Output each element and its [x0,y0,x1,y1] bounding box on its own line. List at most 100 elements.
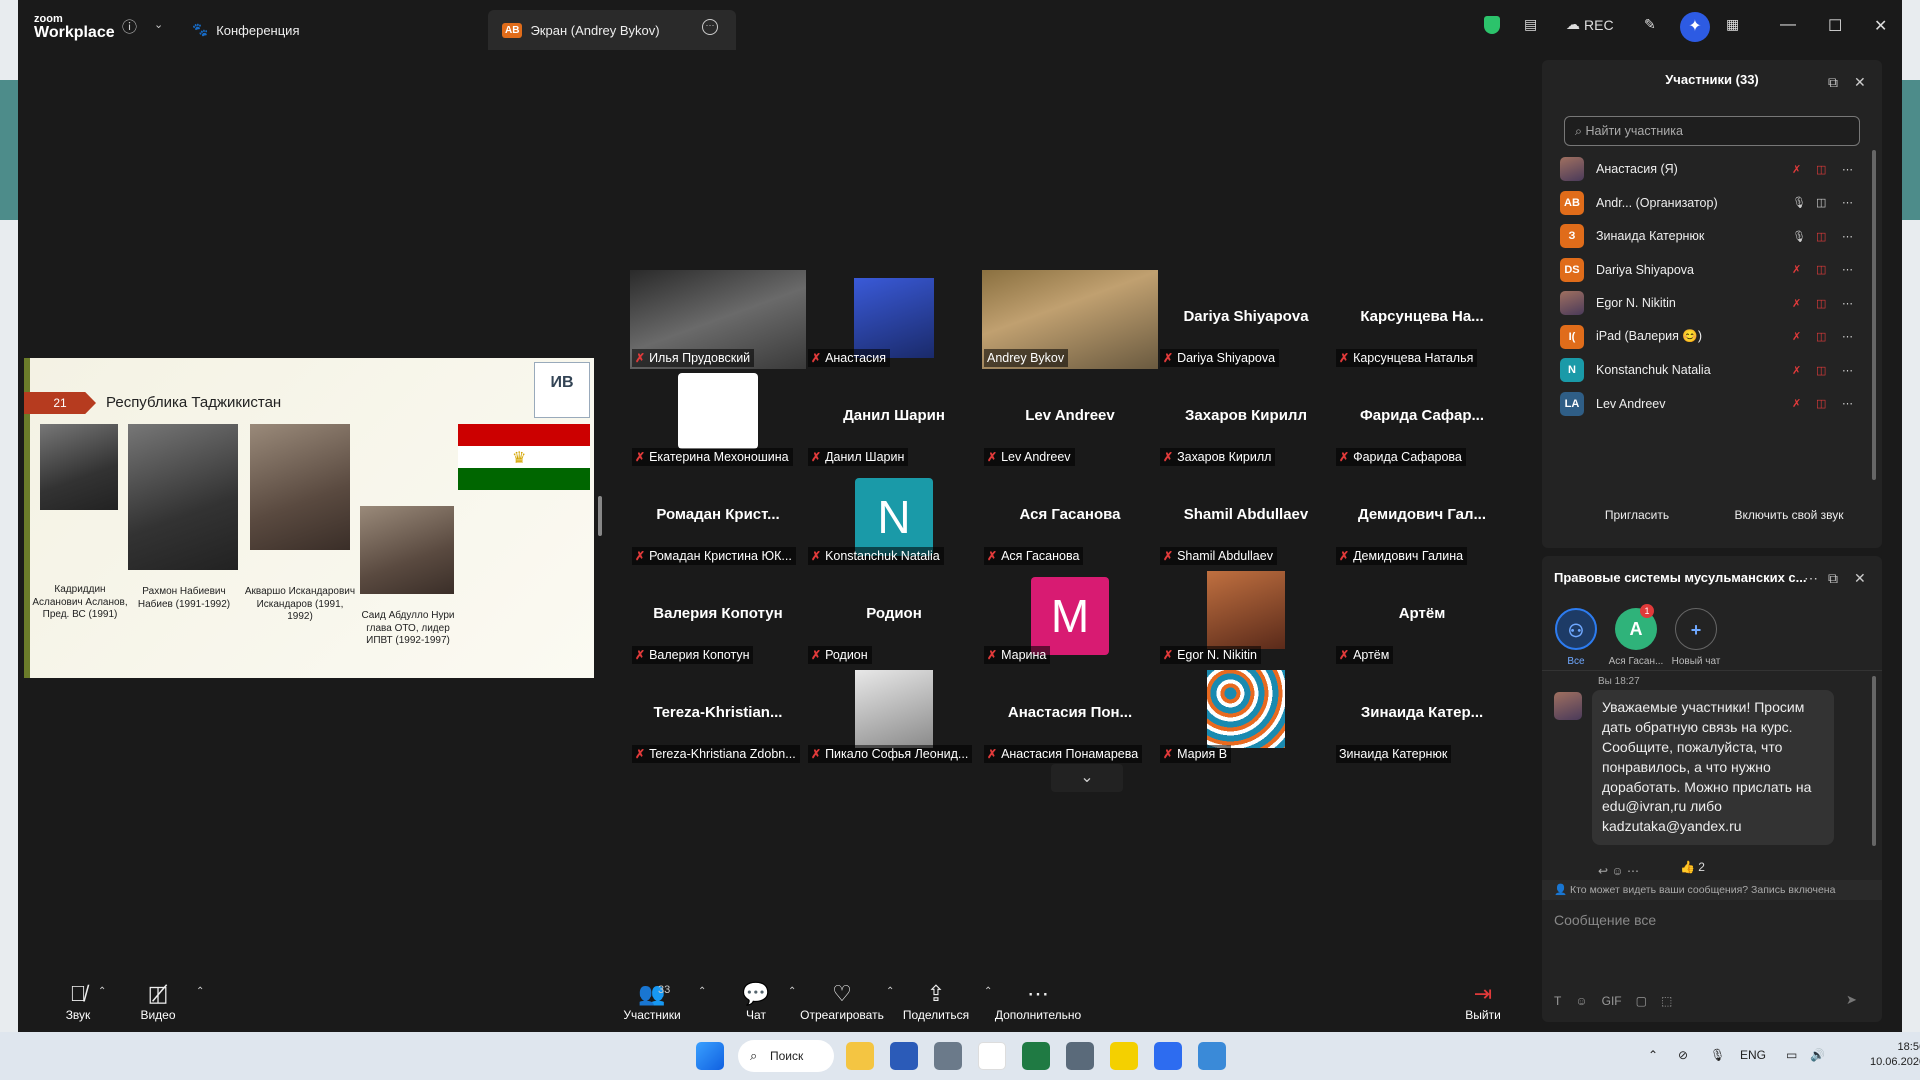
yandex-icon[interactable] [1110,1042,1138,1070]
taskbar-search[interactable]: ⌕ Поиск [738,1040,834,1072]
popout-icon[interactable]: ⧉ [1828,74,1838,91]
who-can-see-notice[interactable]: 👤 Кто может видеть ваши сообщения? Запис… [1542,880,1882,900]
video-tile[interactable]: Andrey Bykov [982,270,1158,369]
start-icon[interactable] [696,1042,724,1070]
video-tile[interactable]: Ася Гасанова ✗ Ася Гасанова [982,468,1158,567]
video-tile[interactable]: Lev Andreev ✗ Lev Andreev [982,369,1158,468]
clock[interactable]: 18:56 10.06.2026 [1870,1040,1920,1071]
volume-icon[interactable]: 🔊 [1810,1048,1825,1062]
emoji-icon[interactable]: ☺ [1575,994,1587,1008]
video-tile[interactable]: Tereza-Khristian... ✗ Tereza-Khristiana Zd… [630,666,806,765]
yandex-browser-icon[interactable] [978,1042,1006,1070]
chat-scrollbar[interactable] [1872,676,1876,846]
zoom-app-icon[interactable] [1154,1042,1182,1070]
video-tile[interactable]: Родион ✗ Родион [806,567,982,666]
participant-row[interactable]: Egor N. Nikitin ✗ ◫ ⋯ [1560,286,1870,320]
participant-row[interactable]: LA Lev Andreev ✗ ◫ ⋯ [1560,387,1870,421]
more-icon[interactable]: ⋯ [1842,330,1853,343]
ai-companion-button[interactable]: ✦ [1680,12,1710,42]
excel-icon[interactable] [1022,1042,1050,1070]
close-icon[interactable]: ✕ [1854,570,1866,587]
minimize-button[interactable]: — [1780,16,1796,34]
video-tile[interactable]: N ✗ Konstanchuk Natalia [806,468,982,567]
text-format-icon[interactable]: T [1554,994,1561,1008]
participants-scrollbar[interactable] [1872,150,1876,480]
more-icon[interactable]: ⋯ [1842,230,1853,243]
participants-button[interactable]: 👥 33 Участники [612,980,692,1022]
new-chat-button[interactable]: + Новый чат [1664,608,1728,667]
video-tile[interactable]: Shamil Abdullaev ✗ Shamil Abdullaev [1158,468,1334,567]
video-tile[interactable]: Карсунцева На... ✗ Карсунцева Наталья [1334,270,1510,369]
video-tile[interactable]: ✗ Пикало Софья Леонид... [806,666,982,765]
chat-button[interactable]: 💬 Чат [730,980,782,1022]
mic-icon[interactable]: 🎙 [1710,1048,1725,1062]
reaction-badge[interactable]: 👍 2 [1680,860,1705,874]
file-explorer-icon[interactable] [846,1042,874,1070]
word-icon[interactable] [890,1042,918,1070]
network-icon[interactable]: ⊘ [1678,1048,1688,1062]
message-actions[interactable]: ↩ ☺ ⋯ [1598,864,1639,878]
more-icon[interactable]: ⋯ [1842,397,1853,410]
participant-row[interactable]: I(iPad (Валерия 😊) ✗ ◫ ⋯ [1560,320,1870,354]
video-tile[interactable]: ✗ Илья Прудовский [630,270,806,369]
participant-row[interactable]: N Konstanchuk Natalia ✗ ◫ ⋯ [1560,353,1870,387]
tab-screen-share[interactable]: AB Экран (Andrey Bykov) [488,10,736,50]
next-page-chevron-icon[interactable]: ⌄ [1051,764,1123,792]
channel-asya[interactable]: A 1 Ася Гасан... [1604,604,1668,667]
participant-row[interactable]: З Зинаида Катернюк 🎙 ◫ ⋯ [1560,219,1870,253]
react-button[interactable]: ♡ Отреагировать [794,980,890,1022]
more-button[interactable]: ⋯ Дополнительно [990,980,1086,1022]
record-button[interactable]: ☁ REC [1566,16,1614,33]
share-button[interactable]: ⇪ Поделиться [898,980,974,1022]
screenshot-icon[interactable]: ⬚ [1661,994,1672,1008]
calculator-icon[interactable] [934,1042,962,1070]
display-icon[interactable]: ▭ [1786,1048,1797,1062]
channel-all[interactable]: ⚇ Все [1544,608,1608,667]
settings-icon[interactable] [1066,1042,1094,1070]
video-tile[interactable]: ✗ Мария В [1158,666,1334,765]
video-button[interactable]: ◫̸ Видео [130,980,186,1022]
chevron-down-icon[interactable]: ⌄ [154,18,163,31]
more-icon[interactable]: ⋯ [1842,163,1853,176]
invite-button[interactable]: Пригласить [1582,500,1692,530]
gif-icon[interactable]: GIF [1602,994,1622,1008]
chevron-up-icon[interactable]: ⌃ [1648,1048,1658,1062]
video-tile[interactable]: Dariya Shiyapova ✗ Dariya Shiyapova [1158,270,1334,369]
participant-search-input[interactable]: ⌕ Найти участника [1564,116,1860,146]
language-indicator[interactable]: ENG [1740,1048,1766,1062]
more-icon[interactable]: ··· [702,19,718,35]
video-tile[interactable]: M ✗ Марина [982,567,1158,666]
close-button[interactable]: ✕ [1874,16,1887,36]
more-icon[interactable]: ⋯ [1842,297,1853,310]
video-tile[interactable]: Валерия Копотун ✗ Валерия Копотун [630,567,806,666]
photos-icon[interactable] [1198,1042,1226,1070]
file-icon[interactable]: ▢ [1636,994,1647,1008]
participant-row[interactable]: DS Dariya Shiyapova ✗ ◫ ⋯ [1560,253,1870,287]
notes-icon[interactable]: ▤ [1524,16,1537,33]
video-tile[interactable]: Ромадан Крист... ✗ Ромадан Кристина ЮК... [630,468,806,567]
video-tile[interactable]: Демидович Гал... ✗ Демидович Галина [1334,468,1510,567]
send-icon[interactable]: ➤ [1846,992,1857,1008]
info-icon[interactable]: ⓘ [122,16,137,37]
whiteboard-pen-icon[interactable]: ✎ [1644,16,1656,33]
video-tile[interactable]: ✗ Екатерина Мехоношина [630,369,806,468]
video-tile[interactable]: Анастасия Пон... ✗ Анастасия Понамарева [982,666,1158,765]
security-shield-icon[interactable] [1484,16,1500,34]
participant-row[interactable]: AB Andr... (Организатор) 🎙 ◫ ⋯ [1560,186,1870,220]
leave-button[interactable]: ⇥ Выйти [1458,980,1508,1022]
more-icon[interactable]: ⋯ [1804,570,1818,587]
unmute-self-button[interactable]: Включить свой звук [1724,500,1854,530]
tab-conference[interactable]: 🐾 Конференция [178,10,313,50]
video-tile[interactable]: Артём ✗ Артём [1334,567,1510,666]
video-tile[interactable]: ✗ Анастасия [806,270,982,369]
video-tile[interactable]: Зинаида Катер... Зинаида Катернюк [1334,666,1510,765]
chat-message-input[interactable]: Сообщение все [1554,912,1656,928]
more-icon[interactable]: ⋯ [1842,196,1853,209]
video-tile[interactable]: ✗ Egor N. Nikitin [1158,567,1334,666]
more-icon[interactable]: ⋯ [1842,263,1853,276]
participant-row[interactable]: Анастасия (Я) ✗ ◫ ⋯ [1560,152,1870,186]
close-icon[interactable]: ✕ [1854,74,1866,91]
video-tile[interactable]: Захаров Кирилл ✗ Захаров Кирилл [1158,369,1334,468]
popout-icon[interactable]: ⧉ [1828,570,1838,587]
layout-icon[interactable]: ▦ [1726,16,1739,33]
